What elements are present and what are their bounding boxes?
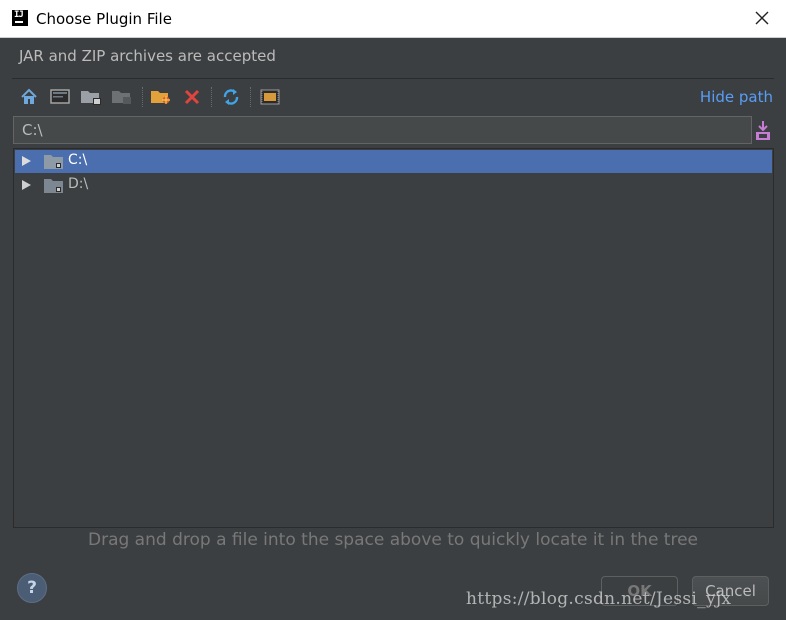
desktop-icon xyxy=(50,89,70,104)
path-input[interactable] xyxy=(13,116,752,144)
tree-item-c-drive[interactable]: C:\ xyxy=(15,150,772,173)
show-hidden-button[interactable] xyxy=(259,86,281,108)
refresh-icon xyxy=(223,89,239,105)
dialog-description: JAR and ZIP archives are accepted xyxy=(19,47,276,65)
project-folder-icon xyxy=(81,91,101,105)
intellij-logo-icon: IJ xyxy=(12,10,28,26)
delete-icon xyxy=(184,89,200,105)
folder-icon xyxy=(44,179,63,193)
expand-arrow-icon[interactable] xyxy=(20,179,32,191)
hide-path-link[interactable]: Hide path xyxy=(700,88,773,106)
project-folder-button[interactable] xyxy=(80,86,102,108)
module-folder-button[interactable] xyxy=(111,86,133,108)
title-bar: IJ Choose Plugin File xyxy=(0,0,786,38)
toolbar-separator xyxy=(142,87,143,107)
toolbar: Hide path xyxy=(14,84,774,110)
folder-icon xyxy=(44,155,63,169)
close-icon[interactable] xyxy=(752,8,772,28)
watermark: https://blog.csdn.net/Jessi_yjx xyxy=(466,589,732,609)
show-hidden-icon xyxy=(260,89,280,105)
tree-item-d-drive[interactable]: D:\ xyxy=(15,174,772,197)
home-button[interactable] xyxy=(18,86,40,108)
file-tree[interactable]: C:\ D:\ xyxy=(13,148,774,528)
header-divider xyxy=(12,78,774,79)
delete-button[interactable] xyxy=(181,86,203,108)
toolbar-separator xyxy=(250,87,251,107)
help-button[interactable]: ? xyxy=(17,573,47,603)
drag-drop-hint: Drag and drop a file into the space abov… xyxy=(87,530,699,550)
path-history-icon[interactable] xyxy=(754,118,772,142)
tree-item-label: D:\ xyxy=(68,176,89,192)
home-icon xyxy=(21,88,37,104)
toolbar-separator xyxy=(211,87,212,107)
new-folder-icon xyxy=(151,91,170,104)
module-folder-icon xyxy=(112,91,131,104)
refresh-button[interactable] xyxy=(220,86,242,108)
expand-arrow-icon[interactable] xyxy=(20,155,32,167)
window-title: Choose Plugin File xyxy=(36,10,172,28)
new-folder-button[interactable] xyxy=(150,86,172,108)
tree-item-label: C:\ xyxy=(68,152,88,168)
desktop-button[interactable] xyxy=(49,86,71,108)
